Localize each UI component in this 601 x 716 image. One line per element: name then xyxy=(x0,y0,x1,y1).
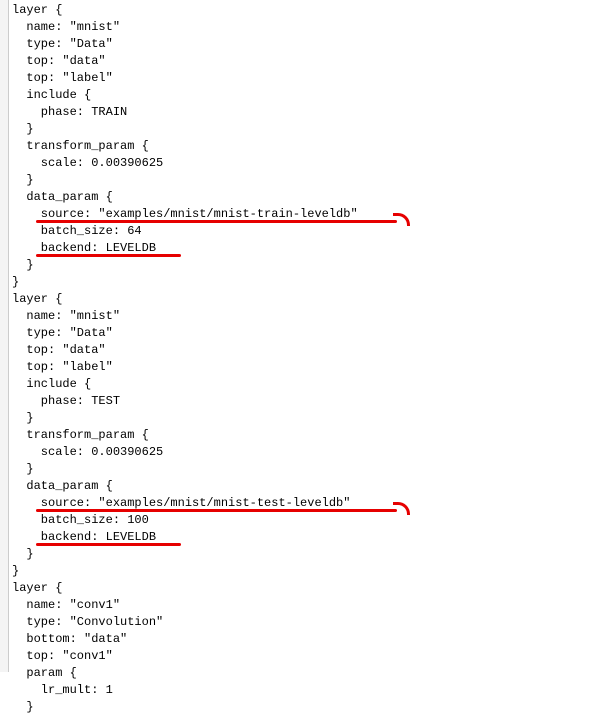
code-text: data_param { xyxy=(12,479,113,493)
code-line: top: "label" xyxy=(12,359,358,376)
code-text: include { xyxy=(12,377,91,391)
code-text: bottom: "data" xyxy=(12,632,127,646)
code-line: phase: TRAIN xyxy=(12,104,358,121)
code-text: transform_param { xyxy=(12,139,149,153)
code-text: top: "data" xyxy=(12,54,106,68)
code-text: include { xyxy=(12,88,91,102)
code-text: } xyxy=(12,462,34,476)
code-line: param { xyxy=(12,665,358,682)
code-text: batch_size: 64 xyxy=(12,224,142,238)
code-line: } xyxy=(12,546,358,563)
code-line: } xyxy=(12,699,358,716)
code-text: top: "label" xyxy=(12,71,113,85)
code-text: scale: 0.00390625 xyxy=(12,445,163,459)
code-line: scale: 0.00390625 xyxy=(12,444,358,461)
code-text: phase: TEST xyxy=(12,394,120,408)
code-line: top: "data" xyxy=(12,342,358,359)
code-text: } xyxy=(12,122,34,136)
code-line: phase: TEST xyxy=(12,393,358,410)
code-line: type: "Convolution" xyxy=(12,614,358,631)
code-line: include { xyxy=(12,87,358,104)
code-line: top: "data" xyxy=(12,53,358,70)
code-line: source: "examples/mnist/mnist-train-leve… xyxy=(12,206,358,223)
code-text: batch_size: 100 xyxy=(12,513,149,527)
code-line: data_param { xyxy=(12,478,358,495)
code-line: source: "examples/mnist/mnist-test-level… xyxy=(12,495,358,512)
code-text: name: "mnist" xyxy=(12,20,120,34)
code-line: type: "Data" xyxy=(12,36,358,53)
code-text: type: "Convolution" xyxy=(12,615,163,629)
code-block: layer { name: "mnist" type: "Data" top: … xyxy=(12,2,358,716)
code-text: } xyxy=(12,700,34,714)
code-line: include { xyxy=(12,376,358,393)
code-line: } xyxy=(12,410,358,427)
code-line: } xyxy=(12,563,358,580)
code-line: scale: 0.00390625 xyxy=(12,155,358,172)
code-line: name: "conv1" xyxy=(12,597,358,614)
code-text: top: "conv1" xyxy=(12,649,113,663)
code-text: } xyxy=(12,275,19,289)
code-text: } xyxy=(12,173,34,187)
code-text: layer { xyxy=(12,292,62,306)
code-text: lr_mult: 1 xyxy=(12,683,113,697)
code-text: scale: 0.00390625 xyxy=(12,156,163,170)
code-line: } xyxy=(12,121,358,138)
code-line: batch_size: 64 xyxy=(12,223,358,240)
code-line: } xyxy=(12,461,358,478)
code-line: } xyxy=(12,172,358,189)
code-gutter xyxy=(0,0,9,672)
code-line: backend: LEVELDB xyxy=(12,240,358,257)
code-line: transform_param { xyxy=(12,427,358,444)
code-text: top: "label" xyxy=(12,360,113,374)
code-text: name: "mnist" xyxy=(12,309,120,323)
code-text: } xyxy=(12,547,34,561)
code-line: batch_size: 100 xyxy=(12,512,358,529)
code-line: bottom: "data" xyxy=(12,631,358,648)
code-text: phase: TRAIN xyxy=(12,105,127,119)
code-line: name: "mnist" xyxy=(12,19,358,36)
code-text: type: "Data" xyxy=(12,37,113,51)
code-line: layer { xyxy=(12,2,358,19)
code-text: transform_param { xyxy=(12,428,149,442)
code-text: backend: LEVELDB xyxy=(12,530,156,544)
code-line: layer { xyxy=(12,291,358,308)
code-text: layer { xyxy=(12,581,62,595)
code-line: lr_mult: 1 xyxy=(12,682,358,699)
code-text: type: "Data" xyxy=(12,326,113,340)
code-text: param { xyxy=(12,666,77,680)
code-line: } xyxy=(12,257,358,274)
code-line: } xyxy=(12,274,358,291)
code-line: data_param { xyxy=(12,189,358,206)
code-text: } xyxy=(12,411,34,425)
code-text: source: "examples/mnist/mnist-test-level… xyxy=(12,496,350,510)
code-text: layer { xyxy=(12,3,62,17)
code-line: top: "label" xyxy=(12,70,358,87)
code-line: type: "Data" xyxy=(12,325,358,342)
highlight-swoop xyxy=(393,213,410,226)
code-text: } xyxy=(12,564,19,578)
code-text: top: "data" xyxy=(12,343,106,357)
code-text: backend: LEVELDB xyxy=(12,241,156,255)
code-line: backend: LEVELDB xyxy=(12,529,358,546)
code-line: layer { xyxy=(12,580,358,597)
code-text: data_param { xyxy=(12,190,113,204)
code-text: name: "conv1" xyxy=(12,598,120,612)
code-line: transform_param { xyxy=(12,138,358,155)
code-text: } xyxy=(12,258,34,272)
code-line: name: "mnist" xyxy=(12,308,358,325)
code-line: top: "conv1" xyxy=(12,648,358,665)
highlight-swoop xyxy=(393,502,410,515)
code-text: source: "examples/mnist/mnist-train-leve… xyxy=(12,207,358,221)
